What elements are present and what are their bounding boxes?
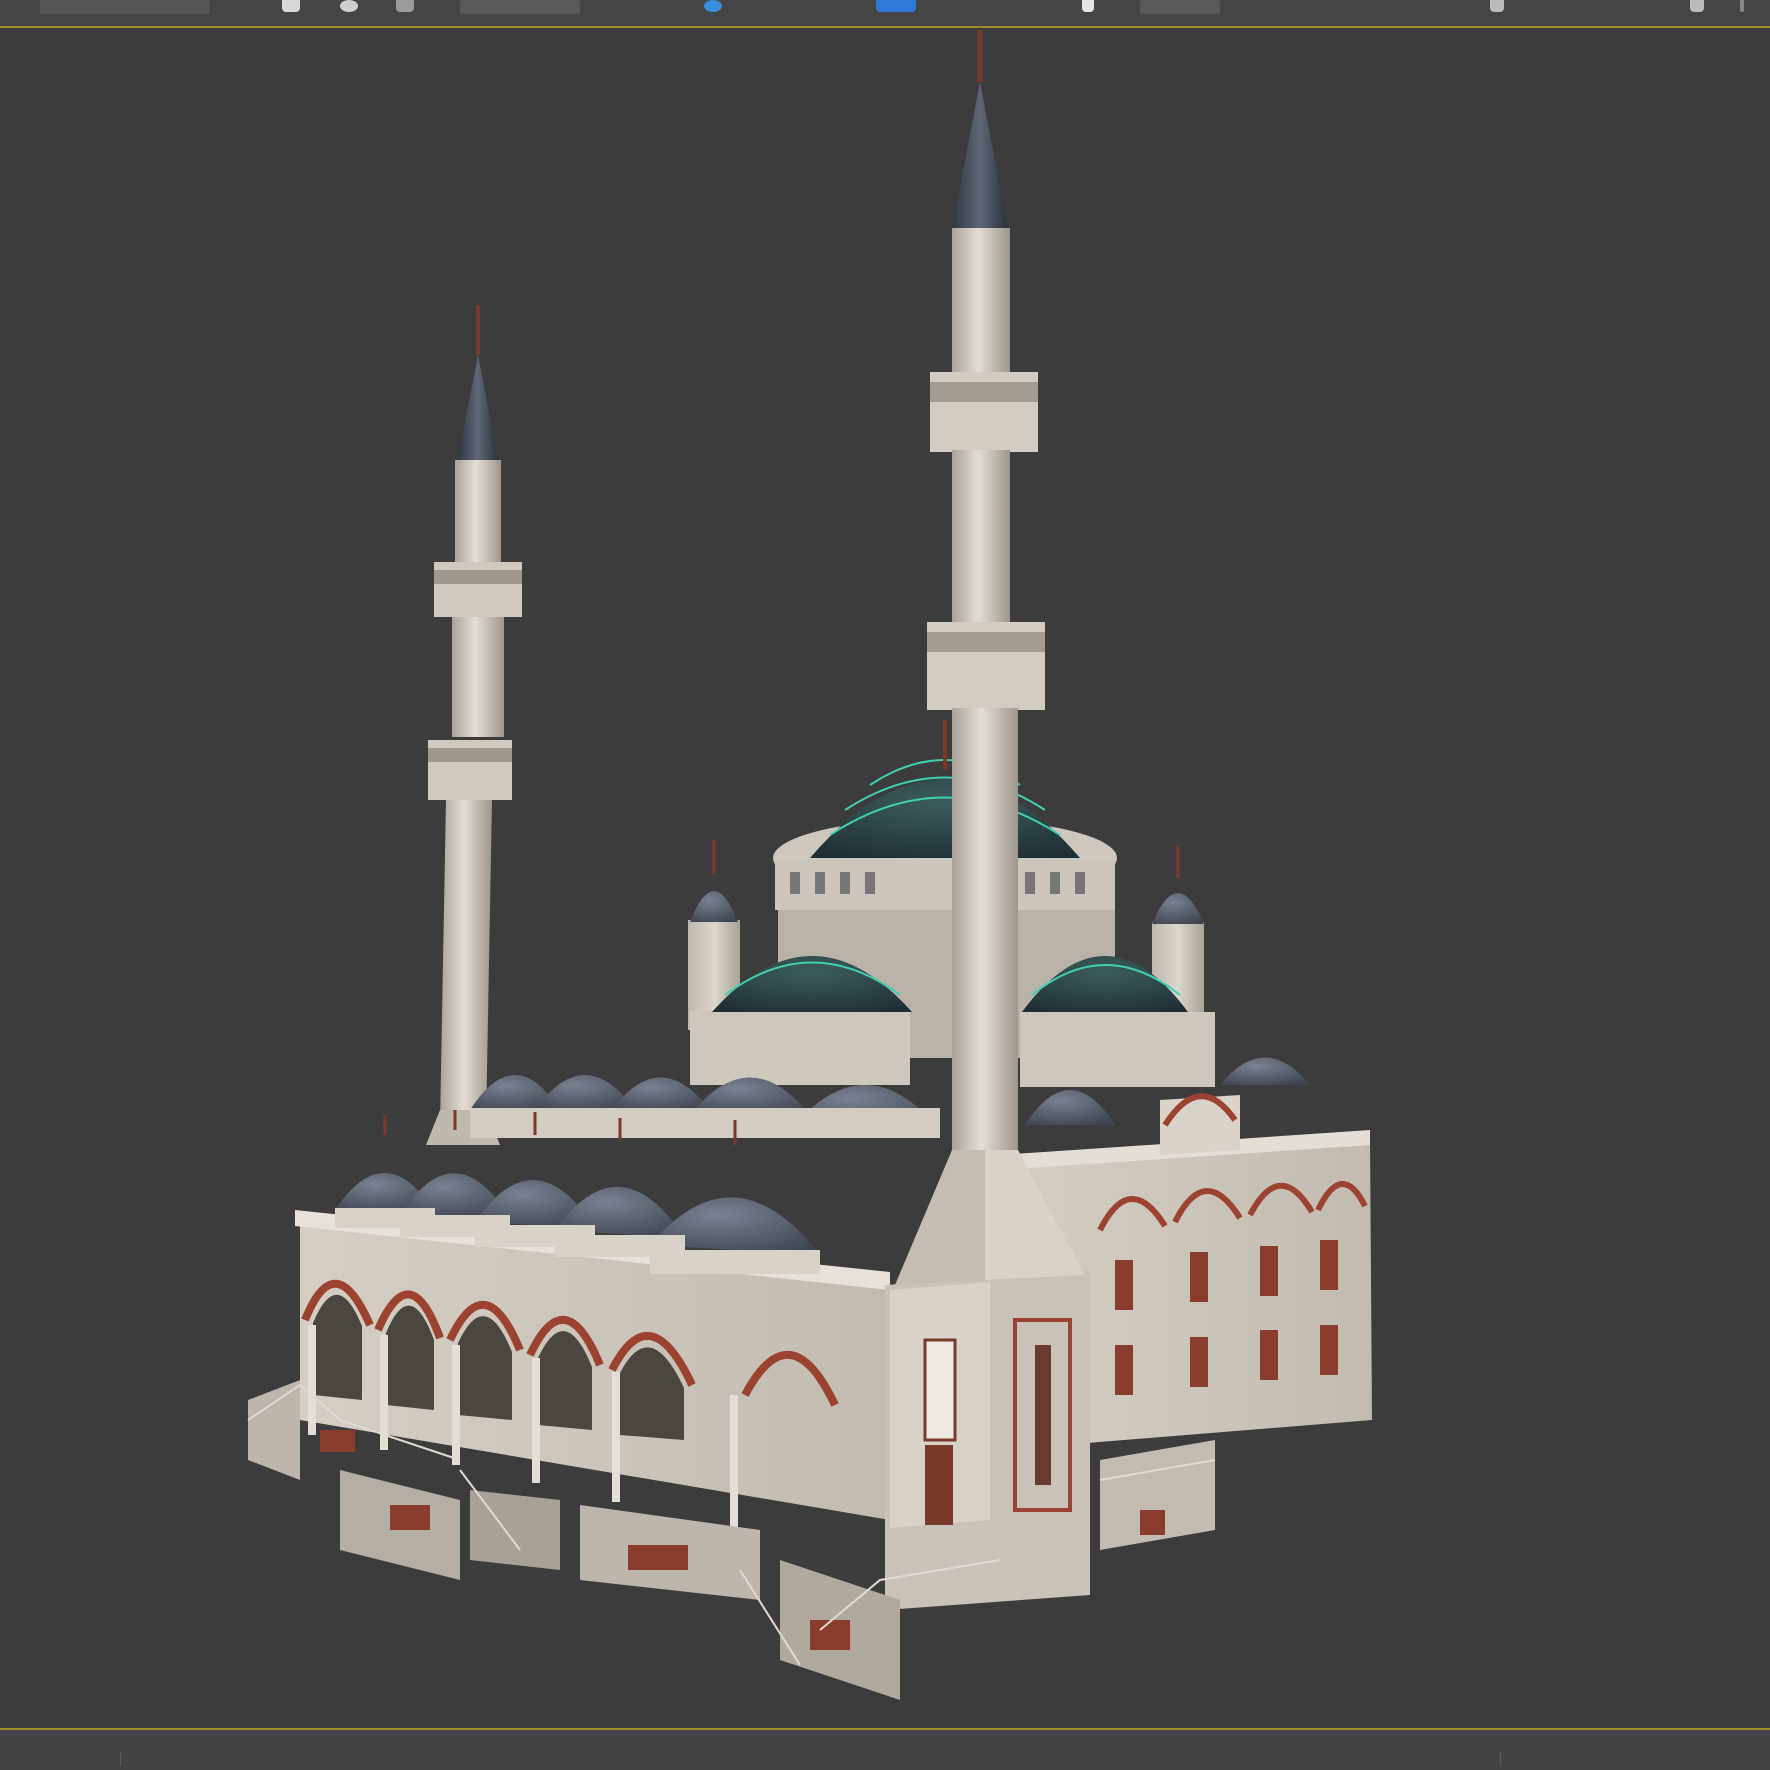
snap-icon[interactable] bbox=[396, 0, 414, 12]
status-bar bbox=[0, 1730, 1770, 1770]
3d-application-window bbox=[0, 0, 1770, 1770]
zoom-icon[interactable] bbox=[1690, 0, 1704, 12]
status-divider bbox=[1500, 1752, 1501, 1766]
toolbar-menu-strip[interactable] bbox=[40, 0, 210, 14]
status-divider bbox=[120, 1752, 121, 1766]
maximize-icon[interactable] bbox=[1490, 0, 1504, 12]
select-icon[interactable] bbox=[282, 0, 300, 12]
left-minaret bbox=[426, 305, 522, 1145]
pointer-icon[interactable] bbox=[1082, 0, 1094, 12]
entrance-pylon bbox=[885, 1270, 1090, 1610]
active-toggle-icon[interactable] bbox=[704, 0, 722, 12]
viewport-active-icon[interactable] bbox=[876, 0, 916, 12]
main-toolbar bbox=[0, 0, 1770, 28]
selection-filter-dropdown[interactable] bbox=[460, 0, 580, 14]
perspective-viewport[interactable] bbox=[0, 28, 1770, 1728]
toolbar-scroll-handle[interactable] bbox=[1740, 0, 1744, 12]
toolbar-field[interactable] bbox=[1140, 0, 1220, 14]
mosque-model-render bbox=[247, 30, 1372, 1700]
move-icon[interactable] bbox=[340, 0, 358, 12]
